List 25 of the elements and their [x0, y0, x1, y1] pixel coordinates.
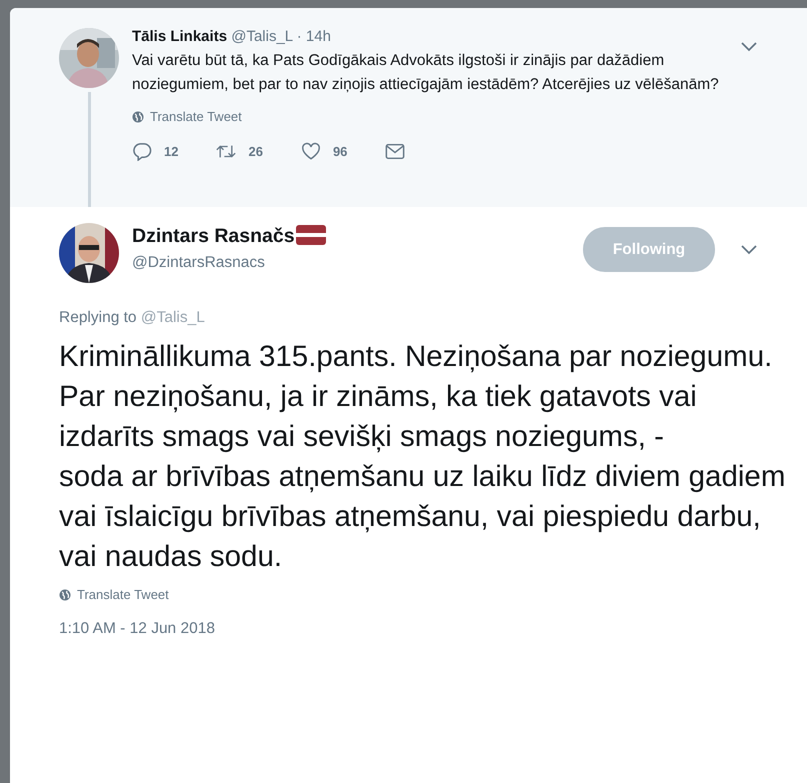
globe-icon: [132, 110, 144, 122]
reply-handle-link[interactable]: @Talis_L: [140, 309, 205, 326]
author-handle[interactable]: @DzintarsRasnacs: [132, 254, 326, 272]
retweet-button[interactable]: 26: [216, 142, 263, 161]
translate-button[interactable]: Translate Tweet: [59, 587, 169, 602]
chevron-icon[interactable]: [741, 245, 757, 255]
author-name[interactable]: Dzintars Rasnačs: [132, 225, 295, 248]
flag-icon: [296, 225, 326, 245]
tweet-paragraph: soda ar brīvības atņemšanu uz laiku līdz diviem gadiem vai īslaicīgu brīvības atņemšanu, vai piespiedu darbu, vai naudas sodu.: [59, 459, 786, 575]
message-button[interactable]: [385, 142, 406, 161]
replying-label: Replying to: [59, 309, 137, 326]
envelope-icon: [385, 142, 406, 161]
tweet-text: Vai varētu būt tā, ka Pats Godīgākais Advokāts ilgstoši ir zinājis par dažādiem noziegumiem, bet par to nav ziņojis attiecīgajām iestādēm? Atcerējies uz vēlēšanām?: [132, 51, 720, 95]
author-handle[interactable]: @Talis_L: [231, 28, 293, 45]
tweet-paragraph: Krimināllikuma 315.pants. Neziņošana par noziegumu.: [59, 339, 774, 375]
reply-button[interactable]: 12: [132, 142, 178, 161]
tweet-timestamp: 1:10 AM - 12 Jun 2018: [59, 620, 216, 638]
like-button[interactable]: 96: [300, 142, 348, 161]
translate-button[interactable]: Translate Tweet: [132, 109, 242, 124]
chevron-icon[interactable]: [741, 42, 757, 52]
globe-icon: [59, 588, 71, 600]
author-name[interactable]: Tālis Linkaits: [132, 28, 228, 45]
heart-icon: [300, 142, 321, 161]
tweet-time[interactable]: · 14h: [296, 28, 331, 45]
speech-bubble-icon: [132, 142, 152, 161]
